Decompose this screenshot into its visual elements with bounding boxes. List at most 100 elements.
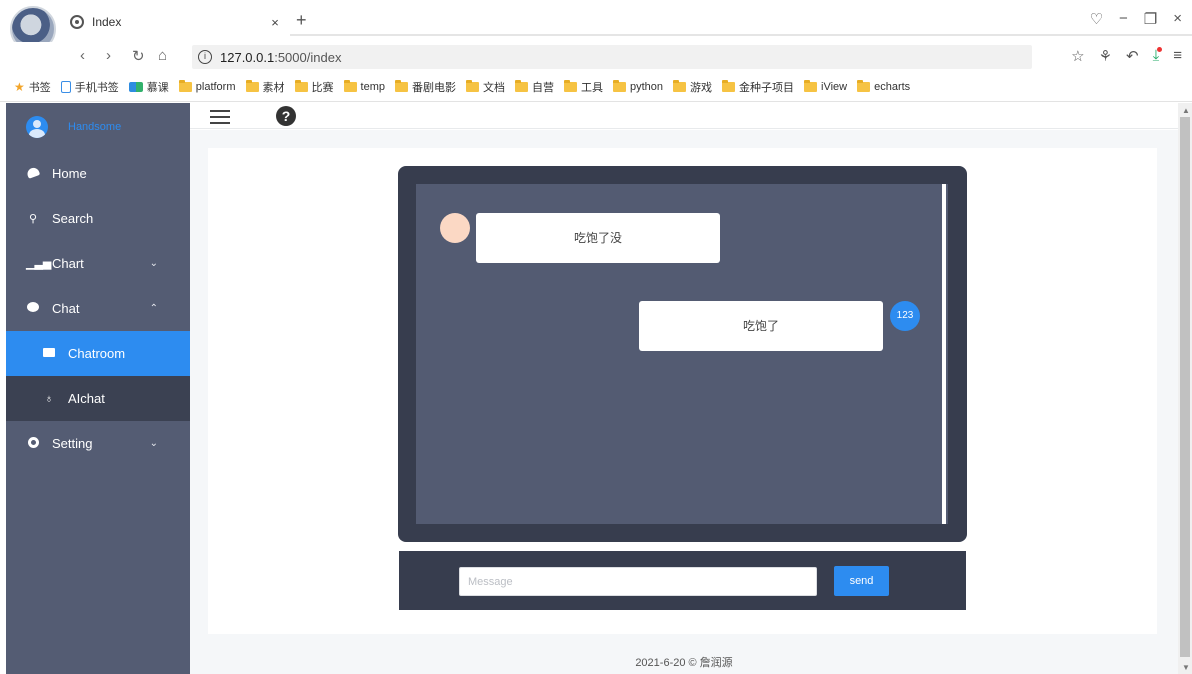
sidebar-item-chart[interactable]: ▁▃▅ Chart ⌄ [6, 241, 190, 286]
bookmark-folder[interactable]: iView [804, 79, 847, 93]
window-controls: ♡ − ❐ × [1090, 10, 1182, 28]
bookmark-folder[interactable]: python [612, 79, 663, 93]
bookmark-folder[interactable]: echarts [857, 79, 910, 93]
download-icon[interactable]: ⤓ [1153, 47, 1162, 65]
self-avatar: 123 [890, 301, 920, 331]
bookmark-folder[interactable]: platform [178, 79, 236, 93]
bookmark-folder[interactable]: temp [343, 79, 385, 93]
folder-icon [673, 79, 687, 92]
bot-icon: ♁ [44, 392, 54, 405]
message-bubble-received: 吃饱了没 [476, 213, 720, 263]
scrollbar-thumb[interactable] [1180, 117, 1190, 657]
sidebar-item-label: Chat [52, 301, 80, 316]
chevron-down-icon: ⌄ [149, 258, 158, 269]
sidebar-item-label: Home [52, 166, 87, 181]
minimize-button[interactable]: − [1119, 10, 1128, 28]
folder-icon [294, 79, 308, 92]
page-header: ? [190, 103, 1178, 129]
sidebar-item-label: Chart [52, 256, 84, 271]
user-name: Handsome [68, 121, 122, 133]
sidebar-item-chatroom[interactable]: Chatroom [6, 331, 190, 376]
new-tab-button[interactable]: + [296, 10, 307, 31]
bookmark-item[interactable]: 慕课 [128, 79, 169, 95]
message-bubble-sent: 吃饱了 [639, 301, 883, 351]
menu-toggle-icon[interactable] [210, 110, 230, 124]
tab-favicon-icon [70, 15, 84, 29]
page-scrollbar[interactable]: ▲ ▼ [1178, 103, 1192, 674]
chevron-up-icon: ⌃ [149, 303, 158, 314]
shirt-icon[interactable]: ♡ [1090, 10, 1103, 28]
reload-button[interactable]: ↻ [132, 47, 145, 65]
forward-button[interactable]: › [106, 47, 111, 64]
folder-icon [178, 79, 192, 92]
site-info-icon[interactable]: i [198, 50, 212, 64]
sidebar-item-label: AIchat [68, 391, 105, 406]
back-button[interactable]: ‹ [80, 47, 85, 64]
search-icon: ⚲ [28, 213, 38, 225]
scroll-up-icon[interactable]: ▲ [1182, 106, 1190, 115]
menu-icon[interactable]: ≡ [1173, 47, 1182, 65]
browser-tab-index[interactable]: Index × [62, 8, 286, 36]
sidebar-user[interactable]: Handsome [6, 103, 190, 151]
bookmark-folder[interactable]: 游戏 [673, 79, 712, 95]
tab-title: Index [92, 15, 122, 29]
home-button[interactable]: ⌂ [158, 47, 167, 64]
help-icon[interactable]: ? [276, 106, 296, 126]
folder-icon [722, 79, 736, 92]
folder-icon [514, 79, 528, 92]
scroll-down-icon[interactable]: ▼ [1182, 663, 1190, 672]
message-input[interactable] [459, 567, 817, 596]
home-icon [25, 165, 41, 180]
folder-icon [245, 79, 259, 92]
folder-icon [563, 79, 577, 92]
send-button[interactable]: send [834, 566, 889, 596]
phone-icon [60, 80, 71, 93]
bookmarks-bar: ★ 书签 手机书签 慕课 platform 素材 比赛 temp 番剧电影 文档 … [0, 72, 1192, 102]
gear-icon [26, 436, 40, 451]
tabstrip-divider [290, 34, 1192, 36]
close-window-button[interactable]: × [1173, 10, 1182, 28]
star-icon: ★ [14, 79, 25, 94]
chat-icon [26, 302, 40, 315]
url-input[interactable]: i 127.0.0.1:5000/index [192, 45, 1032, 69]
bookmark-folder[interactable]: 比赛 [294, 79, 334, 95]
bookmark-folder[interactable]: 工具 [563, 79, 603, 95]
folder-icon [394, 79, 408, 92]
tab-close-icon[interactable]: × [266, 15, 284, 30]
address-bar: ‹ › ↻ ⌂ i 127.0.0.1:5000/index ☆ ⚘ ↶ ⤓ ≡ [0, 42, 1192, 72]
sidebar-item-home[interactable]: Home [6, 151, 190, 196]
chat-scrollbar[interactable] [942, 184, 946, 524]
sidebar-item-search[interactable]: ⚲ Search [6, 196, 190, 241]
bookmark-folder[interactable]: 素材 [245, 79, 285, 95]
sidebar-item-setting[interactable]: Setting ⌄ [6, 421, 190, 466]
undo-icon[interactable]: ↶ [1126, 47, 1139, 65]
mooc-icon [128, 81, 143, 92]
chart-icon: ▁▃▅ [26, 258, 52, 270]
bookmark-folder[interactable]: 文档 [465, 79, 505, 95]
folder-icon [612, 79, 626, 92]
folder-icon [857, 79, 871, 92]
bookmark-folder[interactable]: 自营 [514, 79, 554, 95]
bookmark-folder[interactable]: 金种子项目 [722, 79, 794, 95]
bookmark-folder[interactable]: 番剧电影 [394, 79, 456, 95]
url-path: :5000/index [274, 49, 342, 65]
bookmark-root[interactable]: ★ 书签 [14, 79, 51, 95]
contact-avatar [440, 213, 470, 243]
chatroom-icon [42, 347, 56, 360]
folder-icon [465, 79, 479, 92]
sidebar-item-label: Setting [52, 436, 93, 451]
folder-icon [804, 79, 818, 92]
maximize-button[interactable]: ❐ [1144, 10, 1157, 28]
page-footer: 2021-6-20 © 詹润源 [635, 657, 733, 669]
bookmark-item[interactable]: 手机书签 [60, 79, 119, 95]
user-avatar-icon [26, 116, 48, 138]
sidebar-item-label: Search [52, 211, 94, 226]
sidebar-item-aichat[interactable]: ♁ AIchat [6, 376, 190, 421]
chevron-down-icon: ⌄ [149, 438, 158, 449]
url-host: 127.0.0.1 [220, 49, 275, 65]
bookmark-star-icon[interactable]: ☆ [1071, 47, 1084, 65]
extensions-icon[interactable]: ⚘ [1099, 47, 1112, 65]
folder-icon [343, 79, 357, 92]
sidebar-item-chat[interactable]: Chat ⌃ [6, 286, 190, 331]
address-bar-actions: ☆ ⚘ ↶ ⤓ ≡ [1071, 47, 1182, 65]
